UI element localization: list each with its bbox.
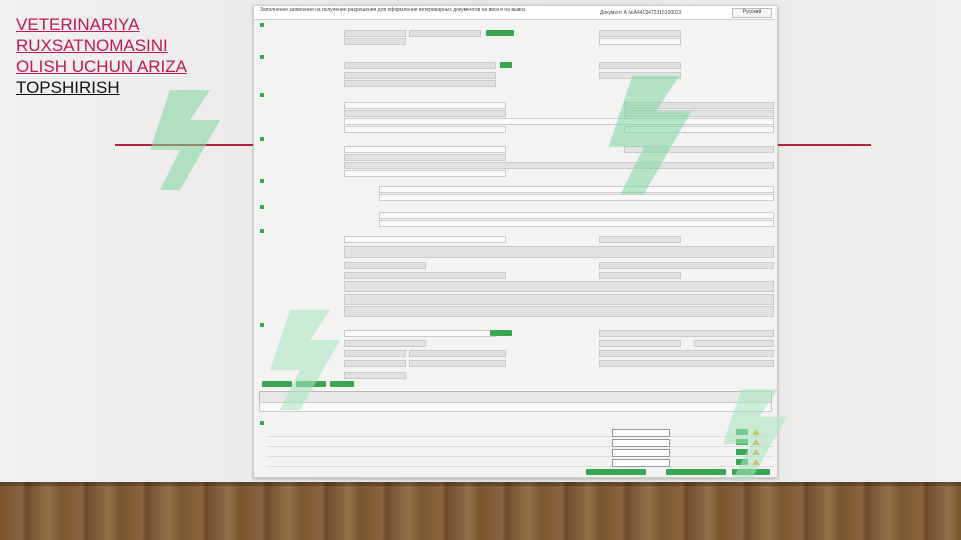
field[interactable] (599, 340, 681, 347)
green-button[interactable] (490, 330, 512, 336)
field[interactable] (344, 236, 506, 243)
field[interactable] (599, 262, 774, 269)
field[interactable] (409, 30, 481, 37)
field[interactable] (344, 306, 774, 317)
field[interactable] (599, 236, 681, 243)
section-importer (260, 136, 266, 142)
title-line-1[interactable]: VETERINARIYA (16, 14, 187, 35)
title-line-3[interactable]: OLISH UCHUN ARIZA (16, 56, 187, 77)
watermark-logo-icon (150, 90, 220, 190)
field[interactable] (344, 281, 774, 292)
field[interactable] (344, 170, 506, 177)
section-attachments (260, 420, 266, 426)
section-permit (260, 54, 266, 60)
field[interactable] (344, 246, 774, 258)
green-button[interactable] (500, 62, 512, 68)
form-header-bar: Заполнение заявления на получение разреш… (254, 6, 775, 20)
section-applicant (260, 92, 266, 98)
table-row (266, 438, 774, 447)
field[interactable] (344, 126, 506, 133)
field[interactable] (344, 294, 774, 305)
language-select[interactable]: Русский (732, 8, 772, 18)
check-button[interactable] (586, 469, 646, 475)
field[interactable] (344, 262, 426, 269)
field[interactable] (694, 340, 774, 347)
field[interactable] (379, 212, 774, 219)
field[interactable] (344, 38, 406, 45)
watermark-logo-icon (722, 389, 788, 481)
field[interactable] (599, 360, 774, 367)
section-exporter (260, 178, 266, 184)
field[interactable] (599, 38, 681, 45)
form-header-title: Заполнение заявления на получение разреш… (260, 7, 526, 13)
field[interactable] (344, 102, 506, 109)
field[interactable] (599, 350, 774, 357)
green-button[interactable] (486, 30, 514, 36)
field[interactable] (344, 62, 496, 69)
field[interactable] (344, 72, 496, 79)
watermark-logo-icon (270, 310, 340, 410)
field[interactable] (409, 350, 506, 357)
section-general (260, 228, 266, 234)
field[interactable] (344, 272, 506, 279)
table-row (266, 448, 774, 457)
field[interactable] (344, 146, 506, 153)
title-line-2[interactable]: RUXSATNOMASINI (16, 35, 187, 56)
field[interactable] (344, 154, 506, 161)
field[interactable] (344, 330, 496, 337)
document-number: Документ А №А4419472315100022 (600, 10, 682, 16)
field[interactable] (599, 272, 681, 279)
field[interactable] (379, 220, 774, 227)
field[interactable] (599, 30, 681, 37)
section-application (260, 22, 266, 28)
section-manufacturer (260, 204, 266, 210)
table-row (266, 458, 774, 467)
field[interactable] (344, 30, 406, 37)
table-row (266, 428, 774, 437)
watermark-logo-icon (608, 75, 692, 195)
wooden-floor (0, 482, 961, 540)
decorative-rule-right (776, 144, 871, 146)
field[interactable] (344, 80, 496, 87)
field[interactable] (409, 360, 506, 367)
field[interactable] (599, 330, 774, 337)
field[interactable] (344, 110, 506, 117)
